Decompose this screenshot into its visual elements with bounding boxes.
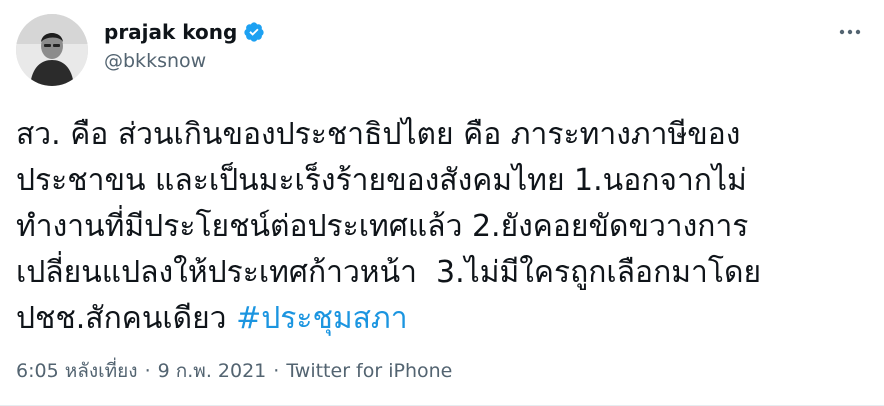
author-handle[interactable]: @bkksnow	[104, 50, 265, 72]
tweet-text-line: ประชาขน และเป็นมะเร็งร้ายของสังคมไทย 1.น…	[16, 163, 747, 198]
more-options-icon[interactable]	[834, 20, 866, 44]
tweet-source-link[interactable]: Twitter for iPhone	[286, 360, 452, 382]
tweet-text-line: สว. คือ ส่วนเกินของประชาธิปไตย คือ ภาระท…	[16, 117, 741, 152]
author-info: prajak kong @bkksnow	[104, 18, 265, 72]
tweet-text: สว. คือ ส่วนเกินของประชาธิปไตย คือ ภาระท…	[16, 112, 866, 342]
verified-badge-icon	[243, 21, 265, 43]
tweet-date-link[interactable]: 9 ก.พ. 2021	[158, 356, 267, 386]
hashtag-link[interactable]: #ประชุมสภา	[236, 301, 407, 336]
tweet-text-line: เปลี่ยนแปลงให้ประเทศก้าวหน้า 3.ไม่มีใครถ…	[16, 255, 762, 290]
author-display-name[interactable]: prajak kong	[104, 20, 237, 44]
tweet-text-line: ปชช.สักคนเดียว	[16, 301, 237, 336]
tweet-card: prajak kong @bkksnow สว. คือ ส่วนเกินของ…	[0, 0, 884, 406]
avatar[interactable]	[16, 14, 88, 86]
meta-separator: ·	[273, 360, 280, 382]
meta-separator: ·	[144, 360, 151, 382]
tweet-text-line: ทำงานที่มีประโยชน์ต่อประเทศแล้ว 2.ยังคอย…	[16, 209, 749, 244]
avatar-photo	[16, 14, 88, 86]
author-name-row: prajak kong	[104, 18, 265, 46]
tweet-meta: 6:05 หลังเที่ยง · 9 ก.พ. 2021 · Twitter …	[16, 356, 452, 386]
tweet-time-link[interactable]: 6:05 หลังเที่ยง	[16, 356, 138, 386]
